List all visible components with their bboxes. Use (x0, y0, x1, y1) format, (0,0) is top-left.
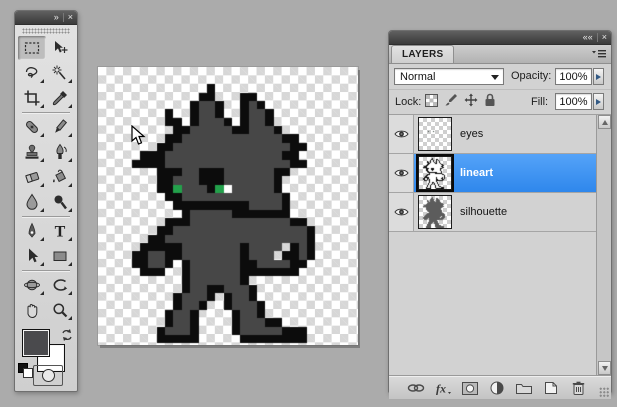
pencil-tool-icon[interactable] (46, 115, 74, 139)
layer-list-scrollbar[interactable] (596, 115, 611, 375)
eyedropper-tool-icon[interactable] (46, 86, 74, 110)
tool-grid: T (15, 36, 77, 323)
tab-layers[interactable]: LAYERS (391, 45, 455, 63)
panel-menu-icon[interactable] (592, 49, 606, 59)
layers-panel-titlebar[interactable]: «« × (389, 31, 611, 45)
link-layers-icon[interactable] (407, 380, 425, 396)
history-brush-tool-icon[interactable] (46, 140, 74, 164)
default-colors-icon[interactable] (18, 363, 33, 378)
layer-thumbnail-eyes[interactable] (418, 117, 452, 151)
magic-wand-tool-icon[interactable] (46, 61, 74, 85)
delete-layer-icon[interactable] (569, 380, 587, 396)
blend-mode-select[interactable]: Normal (394, 68, 504, 85)
layer-thumbnail-silhouette[interactable] (418, 195, 452, 229)
lock-transparency-icon[interactable] (425, 93, 438, 107)
lasso-tool-icon[interactable] (18, 61, 46, 85)
toolbox-close-icon[interactable]: × (64, 11, 77, 24)
toolbox-divider (22, 216, 70, 217)
fx-layer-style-icon[interactable]: fx (434, 380, 452, 396)
svg-text:T: T (55, 224, 66, 241)
layer-row-silhouette[interactable]: silhouette (389, 193, 611, 232)
lock-paint-icon[interactable] (444, 93, 458, 107)
layer-name[interactable]: silhouette (460, 206, 507, 218)
toolbox-divider (22, 112, 70, 113)
lock-position-icon[interactable] (464, 93, 478, 107)
adjustment-layer-icon[interactable] (488, 380, 506, 396)
panel-tab-bar: LAYERS (389, 45, 611, 64)
quick-mask-circle-icon (41, 369, 55, 382)
pixel-art-sprite[interactable] (115, 76, 349, 344)
paint-bucket-tool-icon[interactable] (46, 165, 74, 189)
foreground-color-swatch[interactable] (22, 329, 50, 357)
blur-tool-icon[interactable] (18, 190, 46, 214)
visibility-eye-icon[interactable] (389, 193, 414, 231)
chevron-down-icon (491, 75, 499, 80)
visibility-eye-icon[interactable] (389, 115, 414, 153)
panel-close-icon[interactable]: × (598, 31, 611, 44)
toolbox-drag-grip[interactable] (22, 28, 70, 34)
toolbox-titlebar[interactable]: » × (15, 11, 77, 25)
lock-icons (425, 93, 496, 107)
lock-all-icon[interactable] (484, 93, 496, 107)
document-canvas[interactable] (98, 67, 358, 345)
clone-stamp-tool-icon[interactable] (18, 140, 46, 164)
visibility-eye-icon[interactable] (389, 154, 414, 192)
crop-tool-icon[interactable] (18, 86, 46, 110)
add-layer-mask-icon[interactable] (461, 380, 479, 396)
type-tool-icon[interactable]: T (46, 219, 74, 243)
layer-row-eyes[interactable]: eyes (389, 115, 611, 154)
layer-list: eyes lineart silhouette (389, 115, 611, 376)
opacity-input[interactable]: 100% (555, 68, 592, 85)
toolbox-collapse-icon[interactable]: » (50, 11, 63, 24)
lock-controls-row: Lock: Fill: 100% (389, 90, 611, 115)
opacity-label: Opacity: (511, 70, 552, 82)
fill-spinner-button[interactable] (593, 93, 604, 110)
path-selection-tool-icon[interactable] (18, 244, 46, 268)
layer-row-lineart[interactable]: lineart (389, 154, 611, 193)
healing-brush-tool-icon[interactable] (18, 115, 46, 139)
hand-tool-icon[interactable] (18, 298, 46, 322)
panel-collapse-icon[interactable]: «« (579, 31, 597, 44)
scroll-down-button[interactable] (598, 361, 611, 375)
mouse-cursor-icon (131, 125, 147, 147)
pen-tool-icon[interactable] (18, 219, 46, 243)
svg-text:fx: fx (436, 382, 446, 396)
new-layer-icon[interactable] (542, 380, 560, 396)
swap-colors-icon[interactable] (60, 328, 74, 342)
orbit-3d-tool-icon[interactable] (46, 273, 74, 297)
new-group-icon[interactable] (515, 380, 533, 396)
rectangle-tool-icon[interactable] (46, 244, 74, 268)
blend-mode-value: Normal (400, 71, 436, 83)
panel-resize-grip[interactable] (599, 387, 609, 397)
fill-label: Fill: (531, 96, 549, 108)
scroll-up-button[interactable] (598, 115, 611, 129)
layer-thumbnail-lineart[interactable] (416, 154, 454, 192)
lock-label: Lock: (395, 96, 422, 108)
toolbox-divider (22, 270, 70, 271)
rotate-3d-tool-icon[interactable] (18, 273, 46, 297)
opacity-spinner-button[interactable] (593, 68, 604, 85)
blend-controls-row: Normal Opacity: 100% (389, 64, 611, 90)
layers-panel-bottom-bar: fx (389, 376, 611, 399)
eraser-tool-icon[interactable] (18, 165, 46, 189)
move-tool-icon[interactable] (46, 36, 74, 60)
toolbox-panel: » × T (14, 10, 78, 392)
rectangular-marquee-tool-icon[interactable] (18, 36, 46, 60)
dodge-tool-icon[interactable] (46, 190, 74, 214)
quick-mask-button[interactable] (33, 365, 63, 386)
layer-name[interactable]: eyes (460, 128, 483, 140)
photoshop-workspace: { "app": { "background_color": "#ababab"… (0, 0, 617, 407)
layer-name[interactable]: lineart (460, 167, 493, 179)
layers-panel: «« × LAYERS Normal Opacity: 100% Lock: F… (388, 30, 612, 399)
zoom-tool-icon[interactable] (46, 298, 74, 322)
fill-input[interactable]: 100% (555, 93, 592, 110)
